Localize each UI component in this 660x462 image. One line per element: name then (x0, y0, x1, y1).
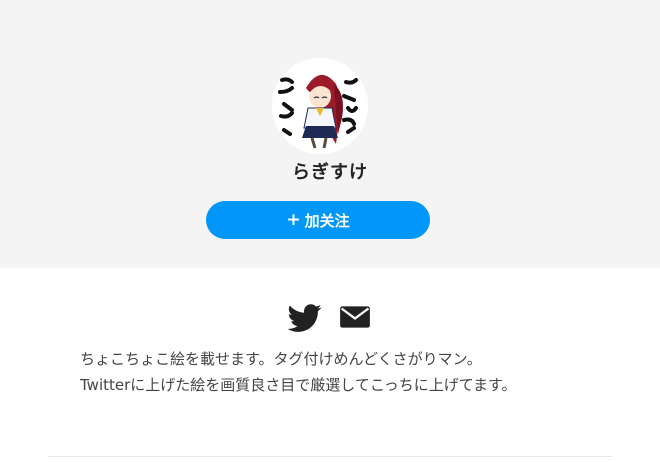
social-links (0, 300, 660, 334)
divider (48, 456, 612, 457)
follow-button[interactable]: + 加关注 (206, 201, 430, 239)
follow-label: 加关注 (304, 211, 350, 230)
plus-icon: + (286, 210, 301, 230)
profile-name: らぎすけ (292, 162, 368, 183)
twitter-icon[interactable] (287, 300, 322, 334)
anime-girl-avatar-icon (272, 58, 368, 154)
avatar[interactable] (272, 58, 368, 154)
profile-header: らぎすけ + 加关注 (0, 0, 660, 268)
bio-line: Twitterに上げた絵を画質良さ目で厳選してこっちに上げてます。 (80, 376, 517, 394)
profile-bio: ちょこちょこ絵を載せます。タグ付けめんどくさがりマン。 Twitterに上げた絵… (80, 346, 570, 398)
mail-icon[interactable] (338, 300, 372, 334)
bio-line: ちょこちょこ絵を載せます。タグ付けめんどくさがりマン。 (80, 350, 482, 368)
